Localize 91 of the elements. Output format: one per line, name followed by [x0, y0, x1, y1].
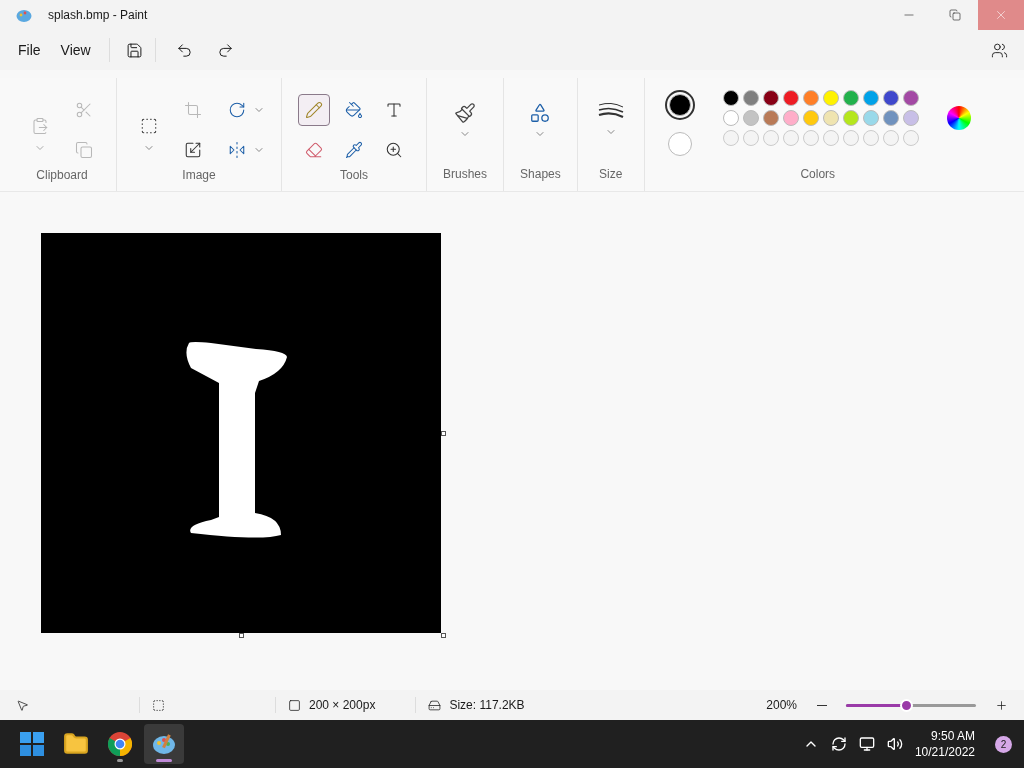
color-swatch[interactable] [722, 110, 739, 126]
folder-icon [63, 731, 89, 757]
people-icon [991, 41, 1008, 59]
color-swatch[interactable] [782, 90, 799, 106]
clock-time: 9:50 AM [930, 728, 975, 744]
window-title: splash.bmp - Paint [48, 7, 148, 24]
copy-icon [75, 141, 93, 159]
menu-item[interactable]: File [8, 35, 51, 65]
file-size: Size: 117.2KB [449, 697, 525, 714]
color-swatch[interactable] [722, 90, 739, 106]
shapes-icon [529, 102, 552, 124]
save-icon [125, 41, 143, 59]
canvas-size-icon [288, 698, 301, 712]
minus-icon [817, 704, 827, 706]
empty-swatch[interactable] [722, 130, 739, 146]
text-icon [385, 101, 403, 119]
zoom-in-button[interactable] [995, 698, 1008, 712]
color-swatch[interactable] [902, 90, 919, 106]
empty-swatch[interactable] [802, 130, 819, 146]
flip-icon [228, 141, 246, 159]
tool-button[interactable] [298, 94, 330, 126]
color-swatch[interactable] [762, 110, 779, 126]
color-swatch[interactable] [882, 90, 899, 106]
selection-icon [152, 698, 165, 712]
color-swatch[interactable] [742, 90, 759, 106]
color-swatch[interactable] [842, 110, 859, 126]
undo-icon [175, 41, 193, 59]
pointer-icon [16, 698, 29, 712]
zoom-in-icon [385, 141, 403, 159]
clipboard-icon [31, 117, 49, 135]
brush-icon [454, 102, 476, 124]
plus-icon [995, 698, 1008, 712]
close-icon [994, 8, 1008, 22]
color-swatch[interactable] [822, 110, 839, 126]
empty-swatch[interactable] [862, 130, 879, 146]
network-icon[interactable] [858, 736, 875, 752]
crop-icon [184, 101, 202, 119]
bucket-icon [345, 101, 363, 119]
edit-colors-button[interactable] [946, 106, 971, 130]
windows-logo-icon [20, 732, 44, 756]
app-icon [16, 7, 32, 23]
group-label: Colors [800, 166, 836, 183]
color-swatch[interactable] [862, 90, 879, 106]
dashed-square-icon [140, 117, 158, 135]
group-label: Image [182, 167, 216, 184]
zoom-level: 200% [766, 697, 797, 714]
group-label: Shapes [520, 166, 561, 183]
palette-icon [152, 732, 176, 756]
notification-badge[interactable]: 2 [995, 735, 1012, 753]
menu-item[interactable]: View [50, 35, 101, 65]
resize-handle[interactable] [441, 633, 446, 638]
empty-swatch[interactable] [882, 130, 899, 146]
color-swatch[interactable] [802, 90, 819, 106]
redo-icon [216, 41, 234, 59]
group-label: Brushes [443, 166, 488, 183]
empty-swatch[interactable] [822, 130, 839, 146]
color-swatch[interactable] [862, 110, 879, 126]
group-label: Size [599, 166, 623, 183]
sync-icon[interactable] [830, 736, 847, 752]
secondary-color[interactable] [667, 132, 692, 156]
color-swatch[interactable] [802, 110, 819, 126]
canvas-dimensions: 200 × 200px [309, 697, 376, 714]
color-swatch[interactable] [902, 110, 919, 126]
rotate-icon [228, 101, 246, 119]
volume-icon[interactable] [886, 736, 903, 752]
empty-swatch[interactable] [762, 130, 779, 146]
resize-handle[interactable] [239, 633, 244, 638]
color-swatch[interactable] [762, 90, 779, 106]
color-swatch[interactable] [782, 110, 799, 126]
clock-date: 10/21/2022 [914, 744, 975, 760]
resize-handle[interactable] [441, 431, 446, 436]
eraser-icon [305, 141, 323, 159]
empty-swatch[interactable] [782, 130, 799, 146]
empty-swatch[interactable] [742, 130, 759, 146]
pipette-icon [345, 141, 363, 159]
primary-color[interactable] [668, 94, 691, 116]
zoom-thumb[interactable] [899, 698, 913, 712]
browser-icon [108, 732, 132, 756]
resize-icon [184, 141, 202, 159]
empty-swatch[interactable] [842, 130, 859, 146]
scissors-icon [75, 101, 93, 119]
taskbar-app[interactable] [144, 724, 184, 764]
group-label: Tools [340, 167, 368, 184]
pencil-icon [305, 101, 323, 119]
color-swatch[interactable] [822, 90, 839, 106]
restore-icon [949, 9, 961, 21]
color-swatch[interactable] [882, 110, 899, 126]
color-swatch[interactable] [842, 90, 859, 106]
empty-swatch[interactable] [902, 130, 919, 146]
group-label: Clipboard [36, 167, 88, 184]
color-swatch[interactable] [742, 110, 759, 126]
